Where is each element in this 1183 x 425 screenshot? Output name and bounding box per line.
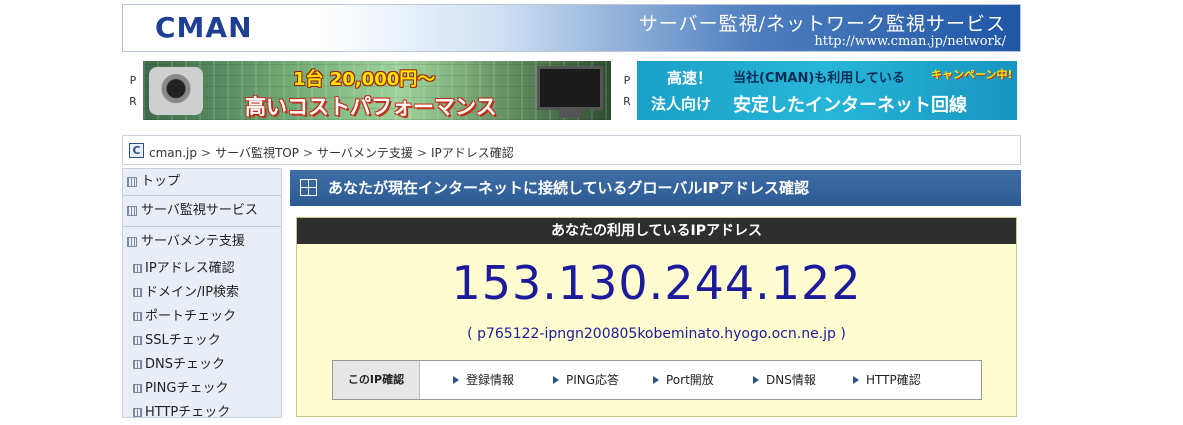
action-registration-info-link[interactable]: 登録情報	[453, 361, 514, 399]
grid-bullet-icon	[127, 177, 137, 187]
ip-actions-label: このIP確認	[333, 361, 420, 399]
monitor-stand	[559, 110, 581, 118]
grid-bullet-icon	[133, 312, 142, 321]
sidebar-item-domain-ip-search[interactable]: ドメイン/IP検索	[123, 281, 281, 305]
sidebar-item-server-maintenance[interactable]: サーバメンテ支援	[123, 227, 281, 257]
banner1-price-text: 1台 20,000円〜	[293, 69, 436, 90]
banner2-tag-fast: 高速！	[667, 69, 713, 87]
grid-bullet-icon	[133, 408, 142, 417]
action-label: 登録情報	[466, 373, 515, 387]
triangle-right-icon	[853, 376, 859, 384]
monitor-icon	[537, 66, 603, 110]
action-label: DNS情報	[766, 373, 816, 387]
sidebar-item-label: ドメイン/IP検索	[145, 285, 240, 300]
action-port-open-link[interactable]: Port開放	[653, 361, 714, 399]
pr-label-1-r: R	[129, 95, 137, 108]
action-ping-link[interactable]: PING応答	[553, 361, 619, 399]
sidebar-item-port-check[interactable]: ポートチェック	[123, 305, 281, 329]
sidebar-item-http-check[interactable]: HTTPチェック	[123, 401, 281, 425]
action-label: Port開放	[666, 373, 714, 387]
sidebar-item-label: サーバ監視サービス	[141, 203, 258, 218]
banner2-campaign-badge: キャンペーン中!	[931, 68, 1013, 81]
sidebar-item-ping-check[interactable]: PINGチェック	[123, 377, 281, 401]
breadcrumb-item-cman[interactable]: cman.jp	[149, 146, 197, 160]
sidebar-item-label: IPアドレス確認	[145, 261, 235, 276]
triangle-right-icon	[553, 376, 559, 384]
triangle-right-icon	[653, 376, 659, 384]
action-dns-info-link[interactable]: DNS情報	[753, 361, 816, 399]
action-label: PING応答	[566, 373, 620, 387]
triangle-right-icon	[753, 376, 759, 384]
ip-address-value: 153.130.244.122	[451, 256, 862, 310]
site-logo[interactable]: CMAN	[155, 11, 253, 44]
sidebar: トップ サーバ監視サービス サーバメンテ支援 IPアドレス確認 ドメイン/IP検…	[122, 168, 282, 420]
pr-label-1-p: P	[129, 74, 137, 87]
action-http-check-link[interactable]: HTTP確認	[853, 361, 921, 399]
sidebar-item-label: PINGチェック	[145, 381, 229, 396]
ad-banner-internet-line[interactable]: 高速！ 法人向け 当社(CMAN)も利用している キャンペーン中! 安定したイン…	[637, 61, 1017, 120]
page-title-text: あなたが現在インターネットに接続しているグローバルIPアドレス確認	[328, 179, 809, 197]
sidebar-item-label: ポートチェック	[145, 309, 237, 324]
sidebar-item-top[interactable]: トップ	[123, 169, 281, 196]
grid-bullet-icon	[133, 384, 142, 393]
sidebar-item-label: トップ	[141, 174, 181, 189]
grid-bullet-icon	[127, 237, 137, 247]
breadcrumb-item-server-maintenance[interactable]: サーバメンテ支援	[317, 146, 413, 160]
action-label: HTTP確認	[866, 373, 921, 387]
sidebar-item-ssl-check[interactable]: SSLチェック	[123, 329, 281, 353]
breadcrumb-separator: >	[201, 146, 212, 160]
cman-icon: C	[129, 143, 144, 158]
sidebar-item-label: SSLチェック	[145, 333, 221, 348]
triangle-right-icon	[453, 376, 459, 384]
banner1-tagline: 高いコストパフォーマンス	[245, 95, 497, 119]
pr-label-2-p: P	[623, 74, 631, 87]
breadcrumb: C cman.jp > サーバ監視TOP > サーバメンテ支援 > IPアドレス確認	[122, 135, 1021, 165]
ip-panel-header: あなたの利用しているIPアドレス	[297, 218, 1016, 244]
header-url: http://www.cman.jp/network/	[814, 34, 1006, 49]
sidebar-item-ip-check[interactable]: IPアドレス確認	[123, 257, 281, 281]
sidebar-item-label: DNSチェック	[145, 357, 225, 372]
pr-label-2-r: R	[623, 95, 631, 108]
breadcrumb-separator: >	[302, 146, 314, 160]
banner2-subline: 当社(CMAN)も利用している	[733, 71, 905, 86]
banner2-tag-business: 法人向け	[651, 95, 712, 113]
breadcrumb-separator: >	[416, 146, 427, 160]
header-title: サーバー監視/ネットワーク監視サービス	[638, 13, 1006, 35]
grid-bullet-icon	[133, 336, 142, 345]
ip-address-panel: あなたの利用しているIPアドレス 153.130.244.122 ( p7651…	[296, 217, 1017, 417]
grid-icon	[300, 179, 317, 196]
ad-banner-server-monitoring[interactable]: 1台 20,000円〜 高いコストパフォーマンス	[143, 61, 611, 120]
sidebar-item-label: HTTPチェック	[145, 405, 231, 420]
breadcrumb-item-server-monitoring-top[interactable]: サーバ監視TOP	[215, 146, 299, 160]
grid-bullet-icon	[133, 360, 142, 369]
breadcrumb-item-current: IPアドレス確認	[431, 146, 514, 160]
sidebar-item-dns-check[interactable]: DNSチェック	[123, 353, 281, 377]
site-header: CMAN サーバー監視/ネットワーク監視サービス http://www.cman…	[122, 4, 1021, 52]
grid-bullet-icon	[133, 264, 142, 273]
banner2-headline: 安定したインターネット回線	[733, 95, 967, 116]
camera-icon	[149, 67, 203, 115]
grid-bullet-icon	[127, 206, 137, 216]
ip-hostname: ( p765122-ipngn200805kobeminato.hyogo.oc…	[467, 326, 846, 342]
page-title: あなたが現在インターネットに接続しているグローバルIPアドレス確認	[290, 170, 1021, 206]
grid-bullet-icon	[133, 288, 142, 297]
sidebar-item-server-monitoring[interactable]: サーバ監視サービス	[123, 196, 281, 227]
ip-actions-bar: このIP確認 登録情報 PING応答 Port開放 DNS情報 HTTP確認	[332, 360, 982, 400]
sidebar-item-label: サーバメンテ支援	[141, 234, 245, 249]
